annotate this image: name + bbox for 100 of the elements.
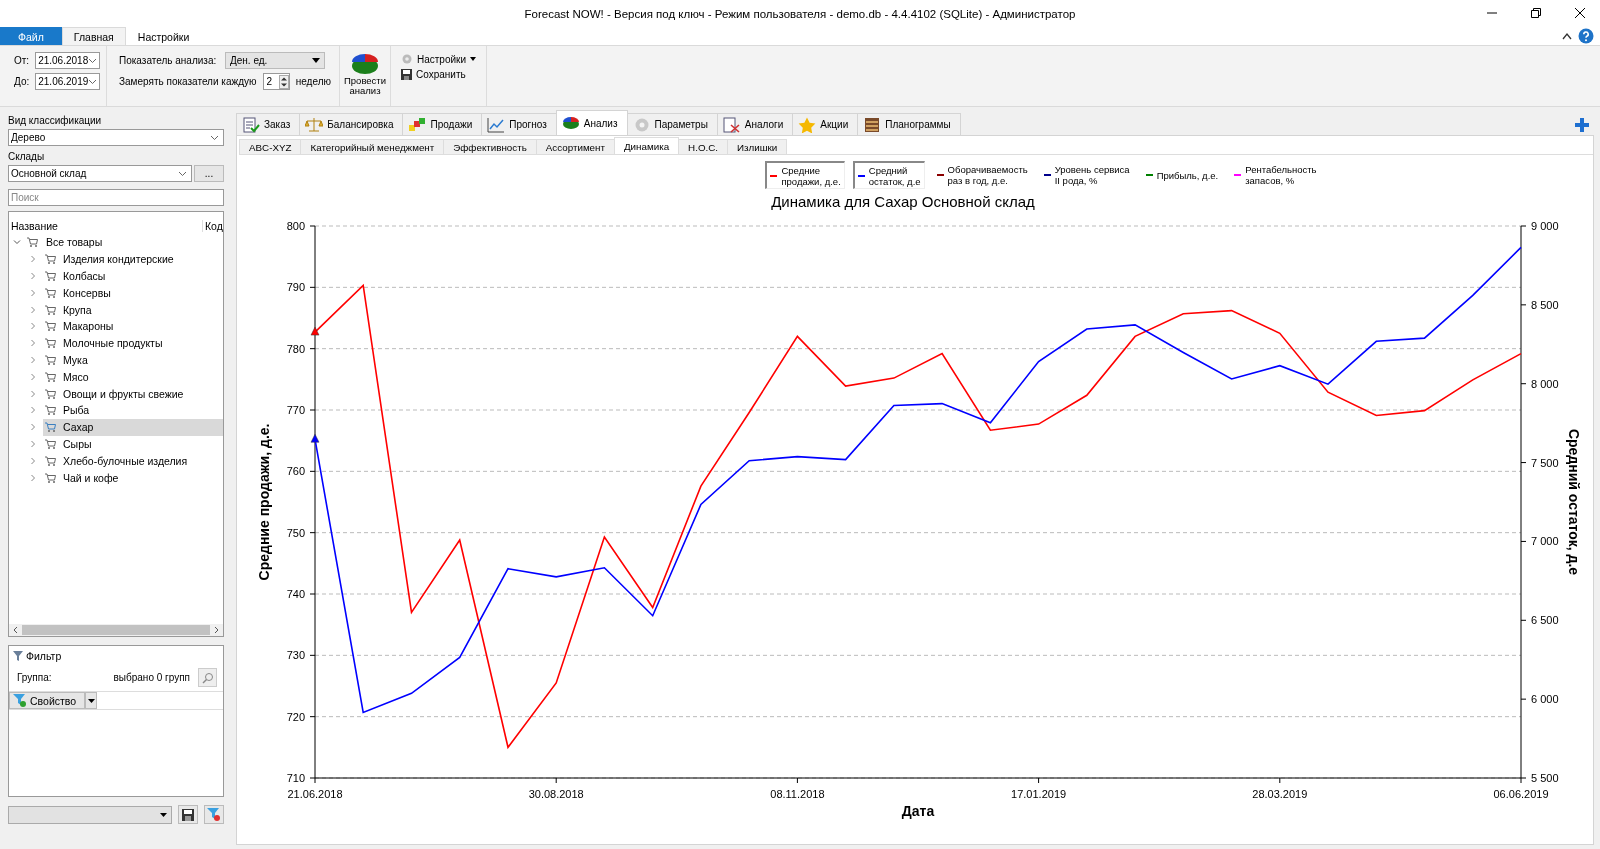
y-tick-label: 6 500 <box>1531 614 1559 627</box>
y-axis-title: Средний остаток, д.е <box>1566 428 1582 576</box>
property-button[interactable]: Свойство <box>9 692 86 709</box>
y-tick-label: 760 <box>286 465 305 478</box>
tab[interactable]: Акции <box>792 113 859 135</box>
ribbon-tab[interactable]: Настройки <box>125 27 202 45</box>
filter-title: Фильтр <box>26 650 62 662</box>
tree-item[interactable]: Сахар <box>43 418 223 436</box>
cart-icon <box>27 237 38 248</box>
to-date-field[interactable]: 21.06.2019 <box>35 73 101 90</box>
save-button[interactable]: Сохранить <box>399 68 479 81</box>
dropdown-button[interactable] <box>85 692 98 709</box>
column-header[interactable]: Код <box>203 220 223 232</box>
from-date-field[interactable]: 21.06.2018 <box>35 52 101 69</box>
subtab[interactable]: ABC-XYZ <box>239 139 302 154</box>
y-axis-title: Средние продажи, д.е. <box>256 423 272 581</box>
tree-item[interactable]: Колбасы <box>43 267 223 285</box>
spinner-arrows-icon[interactable] <box>278 74 289 89</box>
window-title: Forecast NOW! - Версия под ключ - Режим пользователя - demo.db - 4.4.4102 (SQLite) - Администратор <box>524 7 1076 20</box>
collapse-icon[interactable] <box>1562 32 1572 40</box>
tree-item[interactable]: Овощи и фрукты свежие <box>43 385 223 402</box>
browse-button[interactable]: ... <box>194 165 224 182</box>
ribbon-tab[interactable]: Главная <box>61 27 126 45</box>
caret-icon <box>160 812 167 817</box>
close-icon[interactable] <box>1574 7 1586 19</box>
subtab[interactable]: Ассортимент <box>535 139 615 154</box>
chevron-icon <box>178 170 187 177</box>
chevron-icon <box>88 57 98 64</box>
week-spinner[interactable]: 2 <box>262 73 290 90</box>
tab[interactable]: Балансировка <box>299 113 404 135</box>
cart-icon <box>45 371 56 382</box>
tab[interactable]: Анализ <box>555 110 628 135</box>
cart-icon <box>45 321 56 332</box>
tree-item[interactable]: Изделия кондитерские <box>43 250 223 268</box>
horizontal-scrollbar[interactable] <box>9 624 223 636</box>
star-icon <box>798 116 817 133</box>
y-tick-label: 8 000 <box>1531 377 1559 390</box>
cubes-icon <box>408 116 427 133</box>
run-analysis-button[interactable]: Провести анализ <box>343 50 387 96</box>
tree-item[interactable]: Все товары <box>44 236 105 249</box>
subtab[interactable]: Н.О.С. <box>678 139 729 154</box>
tab[interactable]: Заказ <box>236 113 301 135</box>
tab[interactable]: Прогноз <box>481 113 557 135</box>
settings-menu-button[interactable]: Настройки <box>399 52 479 66</box>
x-axis-title: Дата <box>901 803 935 819</box>
tree-item[interactable]: Консервы <box>43 284 223 302</box>
cart-icon <box>45 388 56 399</box>
tree-item[interactable]: Сыры <box>43 435 223 453</box>
tree-item[interactable]: Крупа <box>43 301 223 318</box>
funnel-plus-icon <box>13 694 27 707</box>
funnel-icon <box>13 651 23 661</box>
add-icon[interactable] <box>1574 117 1590 133</box>
measure-label: Замерять показатели каждую <box>119 76 257 87</box>
tree-item[interactable]: Чай и кофе <box>43 469 223 486</box>
tab[interactable]: Аналоги <box>716 113 794 135</box>
save-button[interactable] <box>178 805 198 824</box>
x-tick-label: 21.06.2018 <box>287 788 343 800</box>
y-tick-label: 8 500 <box>1531 298 1559 311</box>
y-tick-label: 740 <box>286 588 305 600</box>
chevron-icon[interactable] <box>12 626 18 634</box>
chevron-icon[interactable] <box>214 626 220 634</box>
tree-item[interactable]: Хлебо-булочные изделия <box>43 452 223 470</box>
subtab[interactable]: Эффективность <box>443 139 537 154</box>
cart-icon <box>45 254 56 265</box>
document-check-icon <box>242 116 260 133</box>
chevron-icon <box>210 134 219 141</box>
tree-item[interactable]: Мясо <box>43 368 223 386</box>
legend-item[interactable]: Средний остаток, д.е <box>852 161 925 189</box>
tree-item[interactable]: Рыба <box>43 401 223 419</box>
line-chart-icon <box>487 116 506 133</box>
search-button[interactable] <box>198 668 217 687</box>
legend-item[interactable]: Средние продажи, д.е. <box>765 161 845 189</box>
tree-item[interactable]: Мука <box>43 351 223 369</box>
search-field[interactable]: Поиск <box>8 189 224 206</box>
tab[interactable]: Параметры <box>626 113 718 135</box>
subtab[interactable]: Излишки <box>727 139 788 154</box>
cart-icon <box>45 405 56 416</box>
indicator-label: Показатель анализа: <box>119 55 218 66</box>
cart-icon <box>45 338 56 349</box>
tab[interactable]: Планограммы <box>857 113 961 135</box>
warehouses-label: Склады <box>8 151 46 162</box>
cart-icon <box>45 287 56 298</box>
y-tick-label: 5 500 <box>1531 772 1559 784</box>
caret-icon <box>312 58 320 63</box>
classification-dropdown[interactable]: Дерево <box>8 129 224 146</box>
tree-item[interactable]: Молочные продукты <box>43 334 223 352</box>
cart-icon <box>45 438 56 449</box>
warehouse-dropdown[interactable]: Основной склад <box>8 165 192 182</box>
from-label: От: <box>14 55 30 66</box>
indicator-dropdown[interactable]: Ден. ед. <box>225 52 325 69</box>
clear-filter-button[interactable] <box>204 805 224 824</box>
cart-icon <box>45 472 56 483</box>
column-header[interactable]: Название <box>9 220 203 232</box>
ribbon-tab[interactable]: Файл <box>0 27 62 45</box>
subtab[interactable]: Динамика <box>613 137 680 154</box>
subtab[interactable]: Категорийный менеджмент <box>300 139 445 154</box>
filter-preset-dropdown[interactable] <box>8 805 172 824</box>
help-icon[interactable] <box>1578 28 1594 44</box>
restore-icon[interactable] <box>1530 7 1542 19</box>
tree-item[interactable]: Макароны <box>43 318 223 335</box>
